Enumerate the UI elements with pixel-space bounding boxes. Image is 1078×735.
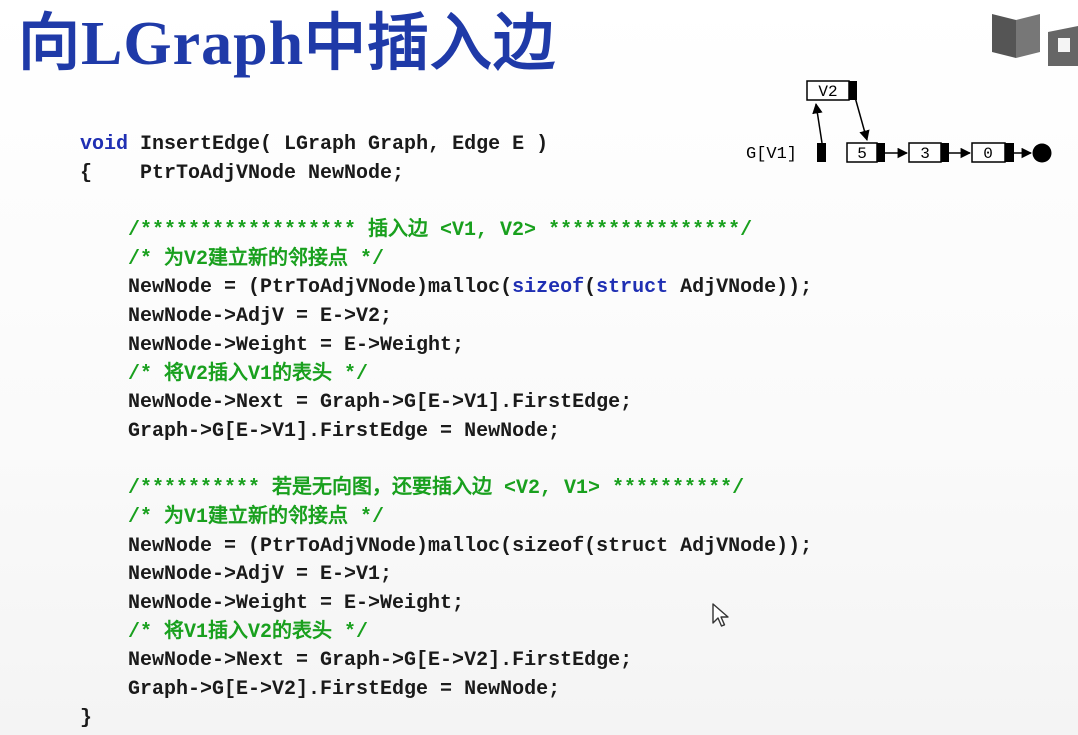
code-line: NewNode = (PtrToAdjVNode)malloc(sizeof(s…: [80, 274, 812, 303]
list-node-value: 5: [857, 145, 867, 163]
head-pointer-cell: [817, 143, 826, 162]
code-block: void InsertEdge( LGraph Graph, Edge E ) …: [80, 131, 812, 733]
list-node-1: 5: [846, 142, 885, 163]
code-comment: /* 将V1插入V2的表头 */: [80, 620, 369, 644]
code-comment: /* 为V1建立新的邻接点 */: [80, 505, 385, 529]
list-node-value: 0: [983, 145, 993, 163]
code-line: Graph->G[E->V1].FirstEdge = NewNode;: [80, 419, 561, 443]
new-node-next-arrow: [852, 89, 870, 142]
code-line: NewNode->Weight = E->Weight;: [80, 333, 465, 357]
code-line: Graph->G[E->V2].FirstEdge = NewNode;: [80, 678, 561, 702]
head-to-new-node-arrow: [812, 102, 823, 144]
code-line: }: [80, 706, 93, 730]
code-line: { PtrToAdjVNode NewNode;: [80, 161, 405, 185]
code-text: AdjVNode));: [668, 276, 813, 300]
code-text: NewNode = (PtrToAdjVNode)malloc(: [80, 276, 513, 300]
new-node-label: V2: [818, 83, 837, 101]
code-line: NewNode->Next = Graph->G[E->V2].FirstEdg…: [80, 649, 633, 673]
code-line: NewNode = (PtrToAdjVNode)malloc(sizeof(s…: [80, 534, 813, 558]
code-keyword: struct: [596, 276, 669, 300]
code-comment: /* 为V2建立新的邻接点 */: [80, 247, 385, 271]
list-node-3: 0: [971, 142, 1014, 163]
code-keyword: sizeof: [512, 276, 585, 300]
code-line: void InsertEdge( LGraph Graph, Edge E ): [80, 131, 812, 160]
code-text: (: [584, 276, 597, 300]
code-line: NewNode->Weight = E->Weight;: [80, 592, 465, 615]
code-line: NewNode->AdjV = E->V1;: [80, 563, 393, 587]
code-comment: /* 将V2插入V1的表头 */: [80, 362, 369, 386]
code-line: NewNode->Next = Graph->G[E->V1].FirstEdg…: [80, 391, 633, 415]
slide-title: 向LGraph中插入边: [18, 10, 557, 78]
code-comment: /********** 若是无向图，还要插入边 <V2, V1> *******…: [80, 477, 745, 501]
code-line: NewNode->AdjV = E->V2;: [80, 305, 393, 329]
code-text: InsertEdge( LGraph Graph, Edge E ): [128, 133, 549, 156]
code-comment: /****************** 插入边 <V1, V2> *******…: [80, 219, 753, 243]
mouse-pointer-icon: [712, 603, 729, 627]
code-keyword: void: [80, 133, 129, 156]
null-terminator-icon: [1032, 143, 1052, 163]
course-logo-icon: [992, 14, 1078, 66]
new-node-v2: V2: [806, 80, 857, 101]
list-node-value: 3: [920, 145, 930, 163]
list-node-2: 3: [908, 142, 949, 163]
